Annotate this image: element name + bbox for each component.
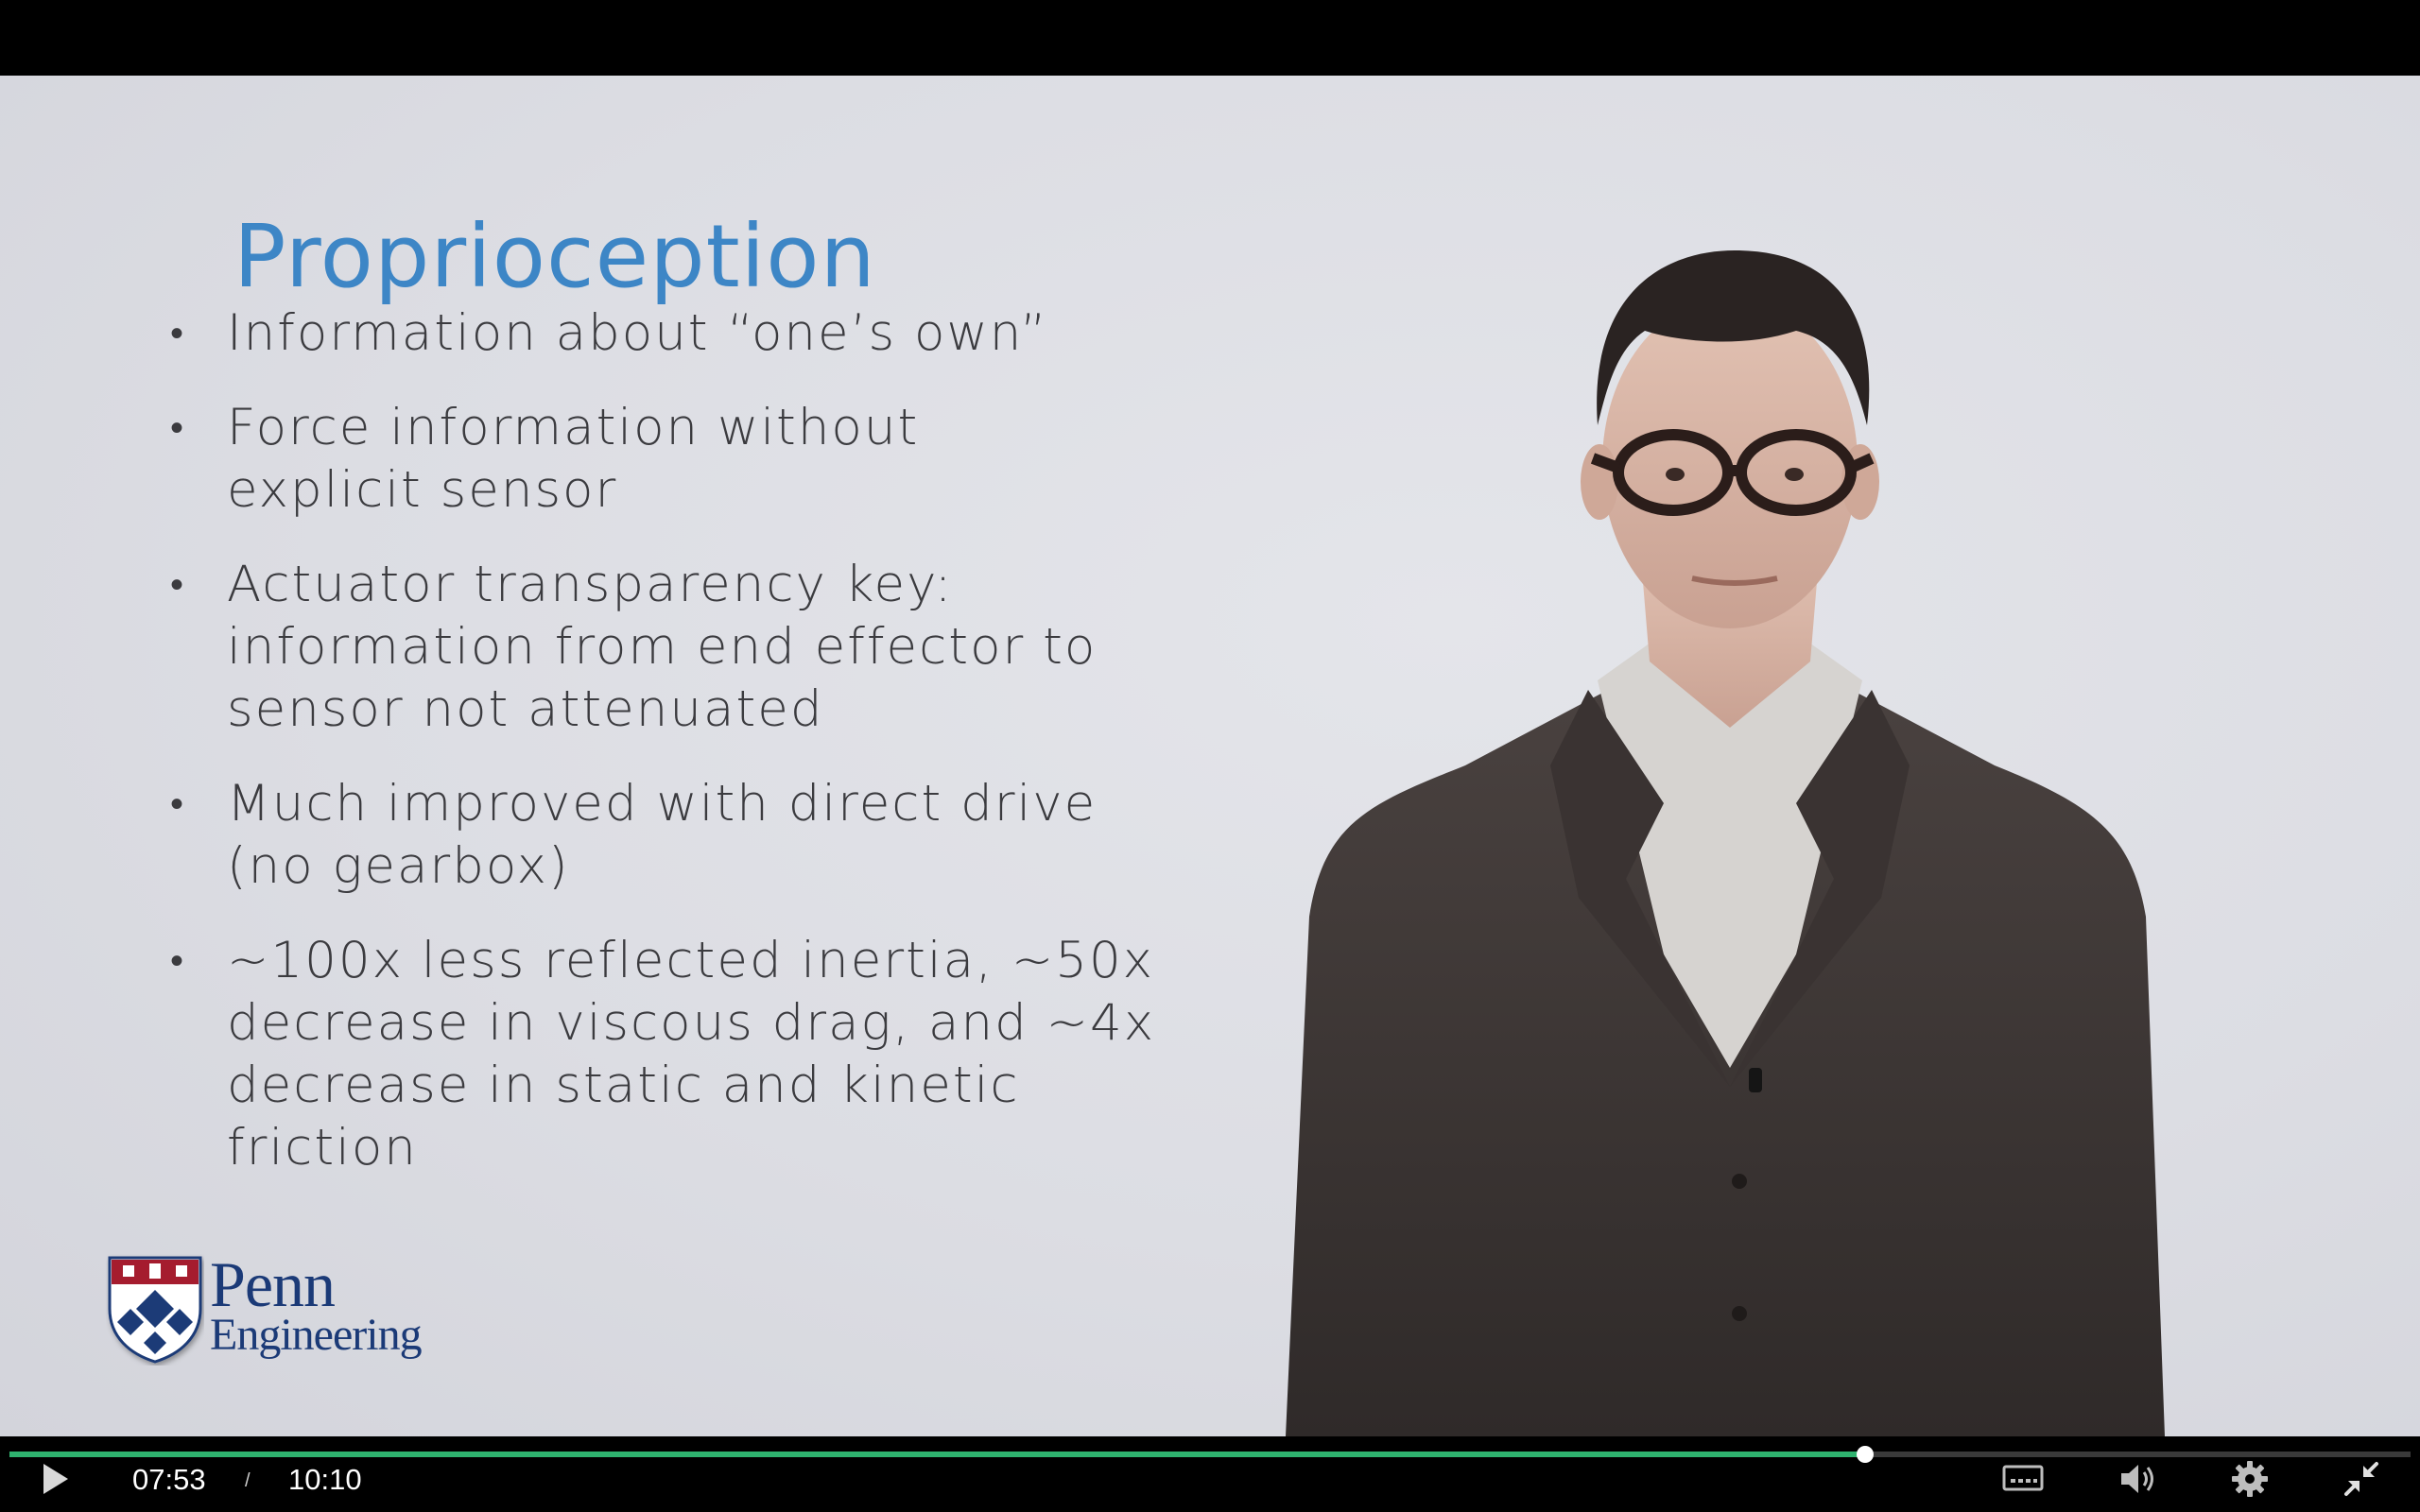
bullet-text-line: Force information without — [227, 399, 920, 456]
slide-bullet: • ~100x less reflected inertia, ~50x decre… — [161, 930, 1163, 1179]
play-icon — [43, 1464, 68, 1494]
bullet-marker: • — [170, 312, 186, 355]
slide-title: Proprioception — [233, 206, 876, 307]
bullet-text-line: sensor not attenuated — [227, 680, 824, 738]
bullet-text-line: information from end effector to — [227, 618, 1098, 676]
duration: 10:10 — [288, 1463, 362, 1496]
progress-bar[interactable] — [9, 1446, 2411, 1463]
bullet-text-line: (no gearbox) — [227, 837, 570, 895]
penn-engineering-logo: Penn Engineering — [106, 1252, 446, 1375]
gear-icon — [2232, 1461, 2268, 1497]
bullet-marker: • — [170, 406, 186, 450]
bullet-text-line: friction — [227, 1119, 418, 1177]
slide-bullet: • Actuator transparency key: information f… — [161, 554, 1163, 741]
progress-handle[interactable] — [1857, 1446, 1874, 1463]
bullet-marker: • — [170, 939, 186, 983]
bullet-text-line: Actuator transparency key: — [227, 556, 954, 613]
presenter-figure — [1286, 250, 2165, 1436]
bullet-text-line: Much improved with direct drive — [227, 775, 1098, 833]
settings-button[interactable] — [2231, 1460, 2269, 1498]
logo-wordmark: Penn Engineering — [210, 1248, 423, 1360]
exit-fullscreen-button[interactable] — [2342, 1460, 2380, 1498]
play-button[interactable] — [36, 1460, 74, 1498]
slide-bullet: • Force information without explicit senso… — [161, 397, 1163, 522]
bullet-text-line: decrease in static and kinetic — [227, 1057, 1020, 1114]
bullet-text-line: explicit sensor — [227, 461, 618, 519]
video-player[interactable]: Proprioception • Information about “one’s… — [0, 0, 2420, 1512]
bullet-text-line: Information about “one’s own” — [227, 304, 1048, 362]
logo-penn-text: Penn — [210, 1248, 336, 1320]
bullet-text-line: decrease in viscous drag, and ~4x — [227, 994, 1156, 1052]
video-frame[interactable]: Proprioception • Information about “one’s… — [0, 76, 2420, 1436]
captions-button[interactable] — [2002, 1463, 2044, 1495]
bullet-marker: • — [170, 782, 186, 826]
logo-engineering-text: Engineering — [210, 1310, 423, 1360]
penn-shield-icon — [108, 1256, 202, 1364]
captions-icon — [2002, 1465, 2044, 1491]
slide-bullet: • Information about “one’s own” — [161, 302, 1163, 365]
volume-button[interactable] — [2118, 1461, 2159, 1497]
exit-fullscreen-icon — [2344, 1462, 2378, 1496]
bullet-text-line: ~100x less reflected inertia, ~50x — [227, 932, 1155, 989]
time-separator: / — [245, 1470, 251, 1491]
current-time: 07:53 — [132, 1463, 206, 1496]
volume-icon — [2121, 1465, 2153, 1493]
progress-fill — [9, 1452, 1865, 1457]
player-controls — [0, 1436, 2420, 1512]
slide-bullet: • Much improved with direct drive (no gear… — [161, 773, 1163, 898]
slide-bullet-list: • Information about “one’s own” • Force inf… — [161, 302, 1163, 1211]
bullet-marker: • — [170, 563, 186, 607]
